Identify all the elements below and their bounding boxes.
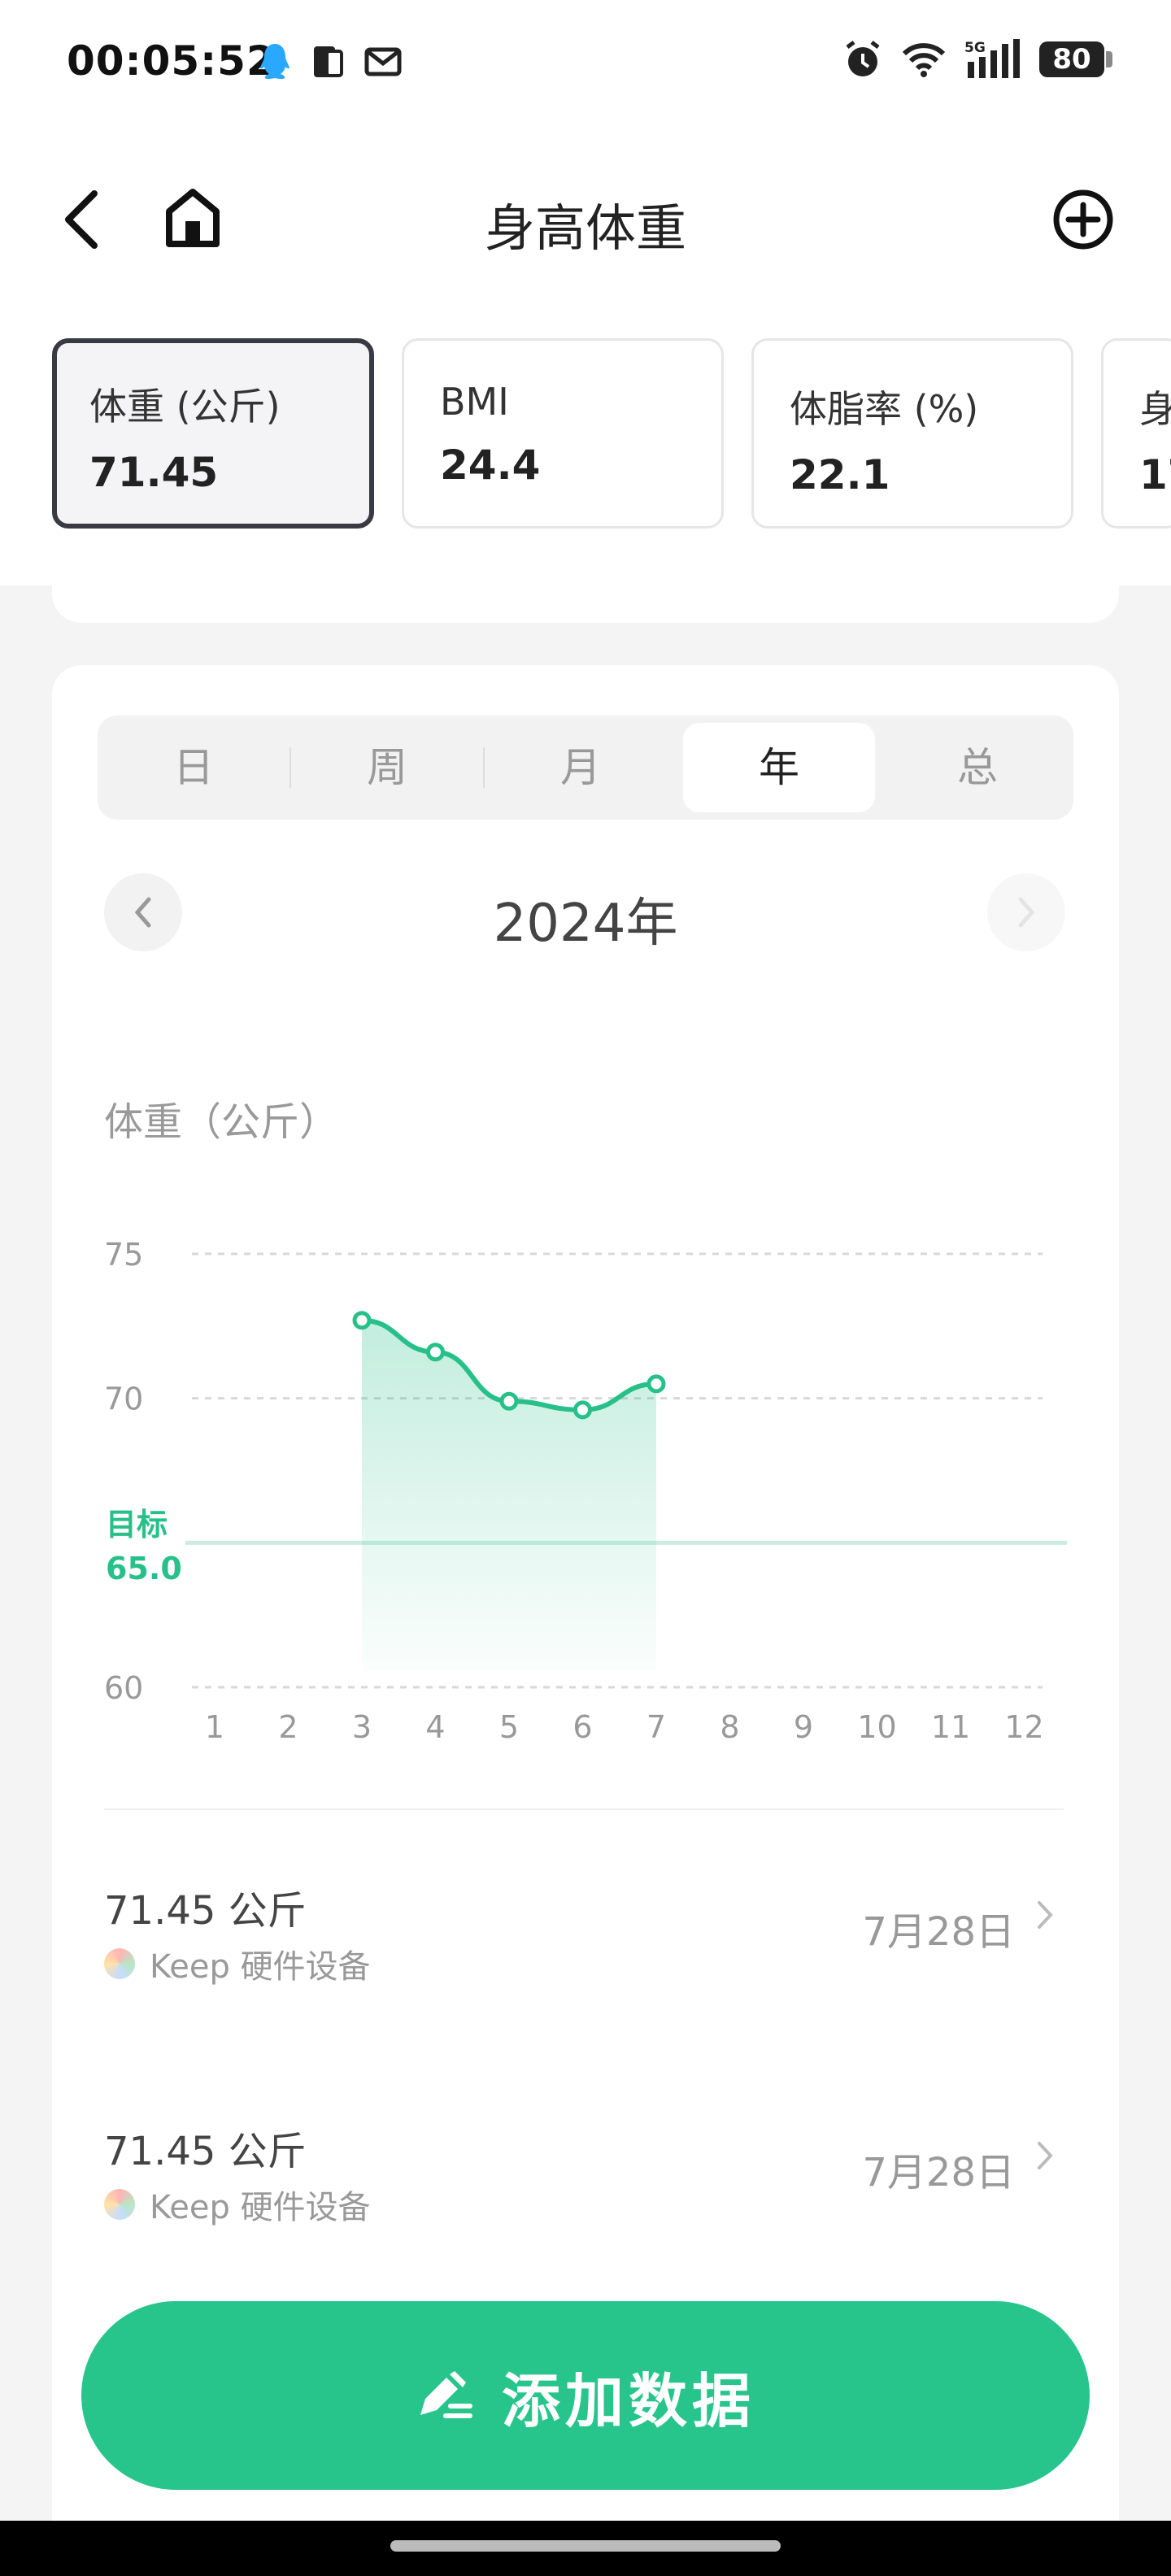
y-tick-label: 60	[104, 1670, 143, 1706]
record-value: 71.45 公斤	[104, 1888, 307, 1934]
qq-icon	[260, 44, 289, 80]
tab-week[interactable]: 周	[291, 723, 483, 812]
x-tick-label: 5	[499, 1709, 519, 1745]
alarm-icon	[846, 41, 880, 76]
add-data-label: 添加数据	[501, 2366, 755, 2435]
x-tick-label: 11	[931, 1709, 970, 1745]
record-source-label: Keep 硬件设备	[150, 2189, 371, 2226]
metric-card-value: 22.1	[790, 451, 890, 498]
record-value: 71.45 公斤	[104, 2129, 307, 2174]
divider	[104, 1808, 1064, 1810]
x-tick-label: 12	[1004, 1709, 1043, 1745]
chevron-right-icon	[1018, 897, 1035, 928]
metric-card-bmi[interactable]: BMI 24.4	[402, 338, 724, 529]
tab-total[interactable]: 总	[882, 723, 1073, 812]
wifi-icon	[902, 43, 946, 77]
record-source-label: Keep 硬件设备	[150, 1948, 371, 1986]
chevron-right-icon	[1038, 1901, 1053, 1929]
tab-year[interactable]: 年	[683, 723, 875, 812]
y-tick-label: 70	[104, 1382, 143, 1417]
x-tick-label: 3	[352, 1709, 372, 1745]
metric-card-label: 身	[1139, 380, 1171, 433]
record-item[interactable]: 71.45 公斤 Keep 硬件设备 7月28日	[104, 1878, 1064, 2041]
y-tick-label: 75	[104, 1237, 143, 1273]
keep-device-icon	[104, 1948, 135, 1979]
record-date: 7月28日	[862, 2150, 1015, 2195]
data-point	[573, 1400, 592, 1420]
tab-day[interactable]: 日	[98, 723, 289, 812]
battery-indicator: 80	[1039, 41, 1112, 77]
data-point	[426, 1342, 445, 1362]
data-point	[352, 1311, 372, 1330]
add-circle-icon[interactable]	[1051, 187, 1116, 252]
status-time: 00:05:52	[67, 37, 276, 85]
next-period-button[interactable]	[987, 873, 1065, 951]
metric-card-value: 17	[1139, 451, 1171, 498]
phone-clone-icon	[314, 46, 343, 77]
x-tick-label: 1	[205, 1709, 224, 1745]
goal-label: 目标 65.0	[106, 1503, 182, 1590]
add-data-button[interactable]: 添加数据	[81, 2301, 1090, 2490]
goal-value: 65.0	[106, 1551, 182, 1586]
x-tick-label: 8	[720, 1709, 739, 1745]
x-tick-label: 7	[646, 1709, 666, 1745]
x-tick-label: 2	[278, 1709, 298, 1745]
tab-month[interactable]: 月	[485, 723, 677, 812]
metric-card-label: BMI	[440, 380, 509, 424]
metric-card-weight[interactable]: 体重 (公斤) 71.45	[52, 338, 374, 529]
chart-title: 体重（公斤）	[104, 1099, 339, 1145]
record-source: Keep 硬件设备	[104, 2181, 371, 2228]
period-tabs: 日 周 月 年 总	[98, 716, 1073, 820]
signal-5g-icon: 5G	[964, 39, 1020, 78]
metric-card-value: 24.4	[440, 442, 541, 489]
x-tick-label: 9	[794, 1709, 813, 1745]
data-point	[646, 1374, 666, 1394]
metric-card-label: 体重 (公斤)	[89, 385, 281, 429]
data-point	[499, 1391, 519, 1411]
goal-label-text: 目标	[106, 1507, 168, 1543]
home-indicator[interactable]	[390, 2540, 781, 2552]
mail-icon	[364, 47, 402, 76]
edit-pen-icon	[420, 2371, 472, 2418]
series-area	[362, 1320, 656, 1671]
metric-card-height[interactable]: 身 17	[1101, 338, 1171, 529]
chevron-right-icon	[1038, 2142, 1053, 2169]
x-tick-label: 6	[572, 1709, 592, 1745]
system-icons: 5G 80	[842, 39, 1112, 80]
keep-device-icon	[104, 2189, 135, 2220]
metric-card-value: 71.45	[89, 449, 219, 496]
record-source: Keep 硬件设备	[104, 1940, 371, 1987]
metric-cards: 体重 (公斤) 71.45 BMI 24.4 体脂率 (%) 22.1 身 17	[52, 338, 1171, 529]
page-title: 身高体重	[484, 198, 686, 258]
metric-card-label: 体脂率 (%)	[790, 387, 979, 431]
metric-card-body-fat[interactable]: 体脂率 (%) 22.1	[751, 338, 1073, 529]
x-tick-label: 10	[857, 1709, 896, 1745]
record-item[interactable]: 71.45 公斤 Keep 硬件设备 7月28日	[104, 2119, 1064, 2282]
weight-chart: 6070751 2 3 4 5 6 7 8 9 10 11 12	[104, 1237, 1067, 1745]
x-tick-label: 4	[425, 1709, 445, 1745]
network-label: 5G	[964, 40, 986, 56]
previous-panel-bottom	[52, 569, 1119, 623]
notification-icons	[259, 42, 402, 81]
record-date: 7月28日	[862, 1909, 1015, 1955]
